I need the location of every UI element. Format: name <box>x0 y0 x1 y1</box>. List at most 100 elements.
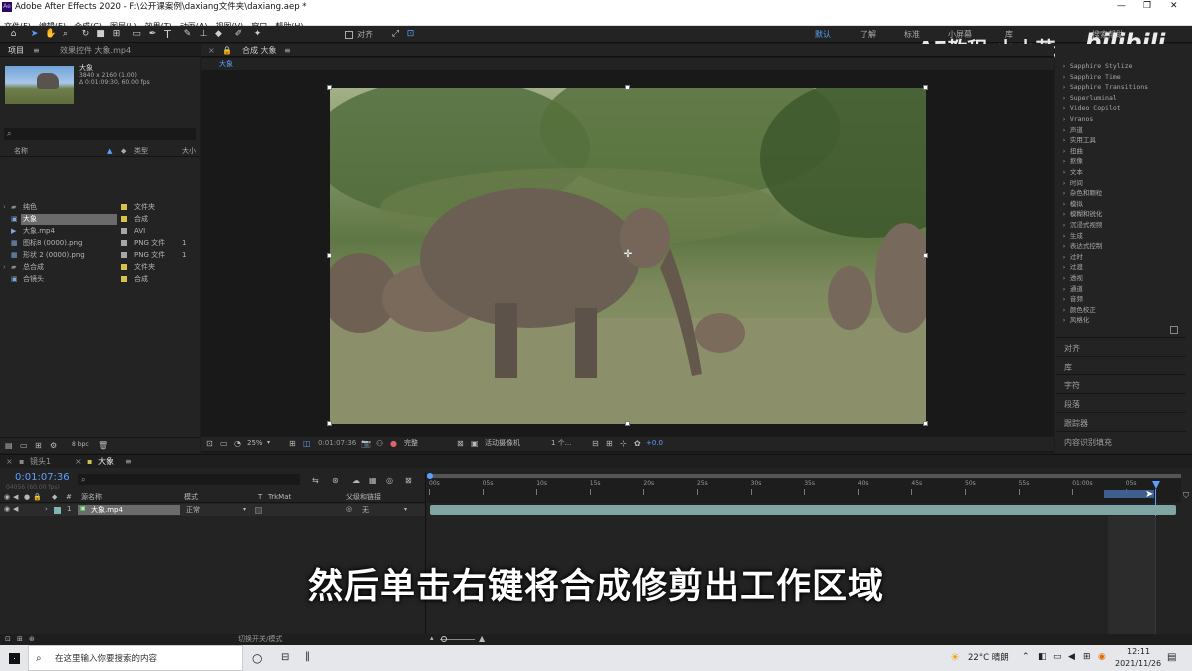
effect-category[interactable]: › Sapphire Time <box>1062 72 1121 82</box>
effect-category[interactable]: › Video Copilot <box>1062 103 1121 113</box>
home-icon[interactable]: ⌂ <box>8 29 19 40</box>
tab-effect-controls[interactable]: 效果控件 大象.mp4 <box>60 47 131 55</box>
close-tab-icon[interactable]: × <box>208 47 215 55</box>
tab-elephant[interactable]: 大象 <box>98 458 114 466</box>
zoom-tool-icon[interactable]: ⌕ <box>60 29 71 40</box>
label-color-chip[interactable] <box>121 276 127 282</box>
network-icon[interactable]: ▭ <box>1053 653 1062 662</box>
effect-category[interactable]: › 颜色校正 <box>1062 305 1096 315</box>
graph-editor-icon[interactable]: ⊠ <box>405 477 412 485</box>
expand-chevron-icon[interactable]: › <box>1062 83 1070 91</box>
column-type[interactable]: 类型 <box>134 148 148 155</box>
trash-icon[interactable]: 🗑 <box>98 442 108 450</box>
minimize-button[interactable]: — <box>1117 2 1126 11</box>
views-select[interactable]: 1 个... <box>551 440 571 447</box>
expand-chevron-icon[interactable]: › <box>1062 274 1070 282</box>
column-name[interactable]: 名称 <box>14 148 28 155</box>
expand-chevron-icon[interactable]: › <box>3 202 6 213</box>
side-panel-header[interactable]: 字符 <box>1056 374 1186 392</box>
breadcrumb-comp[interactable]: 大象 <box>219 61 233 68</box>
label-color-chip[interactable] <box>121 228 127 234</box>
cortana-icon[interactable]: ○ <box>252 652 262 664</box>
effect-category[interactable]: › 透视 <box>1062 273 1083 283</box>
label-color-chip[interactable] <box>121 216 127 222</box>
hand-tool-icon[interactable]: ✋ <box>45 29 56 40</box>
layer-row[interactable]: ◉ ◀ › 1 ▣ 大象.mp4 正常 ▾ ◎ 无 ▾ <box>0 504 425 516</box>
pan-behind-tool-icon[interactable]: ⊞ <box>111 29 122 40</box>
label-color-chip[interactable] <box>121 204 127 210</box>
close-button[interactable]: ✕ <box>1170 2 1178 11</box>
rectangle-tool-icon[interactable]: ▭ <box>131 29 142 40</box>
puppet-tool-icon[interactable]: ✦ <box>252 29 263 40</box>
pick-whip-icon[interactable]: ◎ <box>346 506 352 513</box>
transform-handle-bc[interactable] <box>625 421 630 426</box>
transform-handle-bl[interactable] <box>327 421 332 426</box>
new-folder-icon[interactable]: ▭ <box>20 442 28 450</box>
audio-toggle-icon[interactable]: ◀ <box>13 506 18 513</box>
transform-handle-tl[interactable] <box>327 85 332 90</box>
roto-brush-tool-icon[interactable]: ✐ <box>233 29 244 40</box>
render-time-icon[interactable]: ⊛ <box>29 636 35 643</box>
column-t[interactable]: T <box>258 494 262 501</box>
transform-handle-mr[interactable] <box>923 253 928 258</box>
project-item[interactable]: ▶ 大象.mp4 AVI <box>0 226 200 237</box>
ime-icon[interactable]: ⊞ <box>1083 653 1091 662</box>
clock-time[interactable]: 12:11 <box>1127 648 1150 656</box>
tab-project[interactable]: 项目 <box>8 47 24 55</box>
expand-chevron-icon[interactable]: › <box>3 262 6 273</box>
tab-shot1[interactable]: 镜头1 <box>30 458 51 466</box>
transparency-grid-icon[interactable]: ⊠ <box>457 440 464 448</box>
tray-app-icon[interactable]: ◧ <box>1038 653 1047 662</box>
column-parent[interactable]: 父级和链接 <box>346 494 381 501</box>
effect-category[interactable]: › 抠像 <box>1062 156 1083 166</box>
snapshot-icon[interactable]: 📷 <box>361 440 371 448</box>
project-item[interactable]: ▦ 图标8 (0000).png PNG 文件 1 <box>0 238 200 249</box>
expand-chevron-icon[interactable]: › <box>1062 126 1070 134</box>
task-view-icon[interactable]: ⊟ <box>281 653 289 663</box>
label-color-chip[interactable] <box>121 252 127 258</box>
label-column-icon[interactable]: ◆ <box>121 148 126 155</box>
new-comp-icon[interactable]: ⊞ <box>35 442 42 450</box>
solo-switch-icon[interactable]: ● <box>24 494 30 501</box>
eraser-tool-icon[interactable]: ◆ <box>213 29 224 40</box>
expand-chevron-icon[interactable]: › <box>1062 210 1070 218</box>
project-search-input[interactable]: ⌕ <box>4 128 196 140</box>
close-tab-icon[interactable]: × <box>75 458 82 466</box>
expand-chevron-icon[interactable]: › <box>1062 94 1070 102</box>
current-time-display[interactable]: 0:01:07:36 <box>15 472 70 483</box>
weather-text[interactable]: 22°C 晴朗 <box>968 654 1009 663</box>
project-item[interactable]: ▦ 形状 2 (0000).png PNG 文件 1 <box>0 250 200 261</box>
lock-icon[interactable]: 🔒 <box>222 47 232 55</box>
expand-chevron-icon[interactable]: › <box>1062 295 1070 303</box>
label-color-chip[interactable] <box>121 240 127 246</box>
workspace-learn[interactable]: 了解 <box>860 31 876 39</box>
shy-layers-icon[interactable]: ☁ <box>352 477 360 485</box>
layer-name-cell[interactable]: ▣ 大象.mp4 <box>78 505 180 515</box>
frame-blending-icon[interactable]: ▦ <box>369 477 377 485</box>
effect-category[interactable]: › 杂色和颗粒 <box>1062 188 1102 198</box>
snap-option-icon[interactable]: ⤢ <box>390 29 401 40</box>
timeline-icon[interactable]: ⊞ <box>606 440 613 448</box>
zoom-slider-thumb[interactable] <box>441 636 447 642</box>
exposure-value[interactable]: +0.0 <box>646 440 663 447</box>
project-settings-icon[interactable]: ⚙ <box>50 442 57 450</box>
zoom-out-icon[interactable]: ▴ <box>430 635 434 642</box>
expand-chevron-icon[interactable]: › <box>1062 157 1070 165</box>
preserve-transparency-checkbox[interactable] <box>255 507 262 514</box>
time-ruler[interactable]: 00s 05s 10s 15s 20s 25s 30s 35s 40s 45s 50s 55s 01:0… <box>427 479 1181 503</box>
comp-mini-flowchart-icon[interactable]: ⇆ <box>312 477 319 485</box>
show-snapshot-icon[interactable]: ⚇ <box>376 440 383 448</box>
brush-tool-icon[interactable]: ✎ <box>182 29 193 40</box>
transform-handle-ml[interactable] <box>327 253 332 258</box>
project-item[interactable]: › ▰ 总合成 文件夹 <box>0 262 200 273</box>
zoom-in-icon[interactable]: ▲ <box>479 635 485 643</box>
windows-start-icon[interactable] <box>9 653 20 664</box>
clone-stamp-tool-icon[interactable]: ⊥ <box>198 29 209 40</box>
label-color-chip[interactable] <box>121 264 127 270</box>
expand-chevron-icon[interactable]: › <box>1062 115 1070 123</box>
project-item[interactable]: ▣ 合镜头 合成 <box>0 274 200 285</box>
notification-icon[interactable]: ▤ <box>1167 653 1176 663</box>
comp-menu-icon[interactable]: ≡ <box>284 47 291 55</box>
expand-chevron-icon[interactable]: › <box>1062 306 1070 314</box>
region-icon[interactable]: ◫ <box>303 440 311 448</box>
